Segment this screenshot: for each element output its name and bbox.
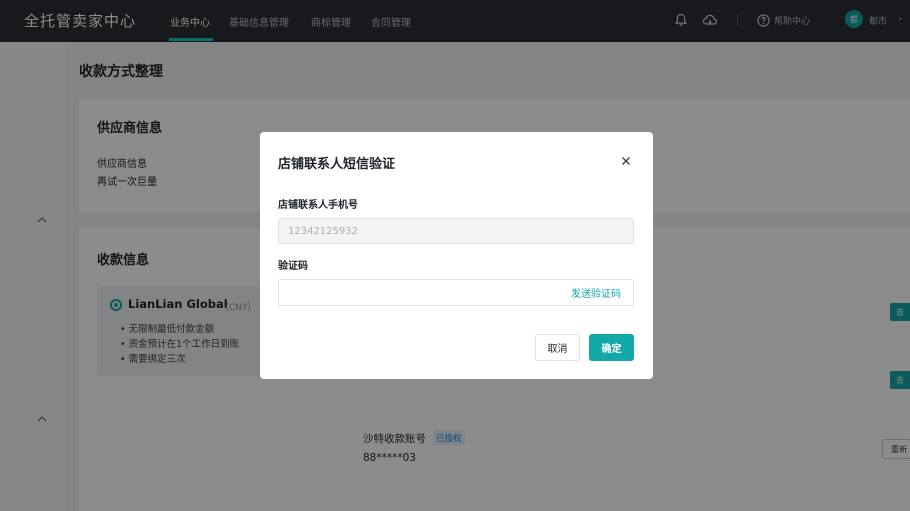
- dialog-title: 店铺联系人短信验证: [278, 157, 396, 172]
- phone-field[interactable]: [278, 218, 634, 244]
- close-icon[interactable]: [619, 154, 633, 168]
- send-code-button[interactable]: 发送验证码: [571, 285, 621, 300]
- phone-field-label: 店铺联系人手机号: [278, 200, 358, 211]
- cancel-button[interactable]: 取消: [535, 334, 580, 361]
- code-field-label: 验证码: [278, 261, 308, 272]
- confirm-button[interactable]: 确定: [589, 334, 634, 361]
- sms-verification-dialog: 店铺联系人短信验证 店铺联系人手机号 验证码 发送验证码 取消 确定: [260, 132, 653, 379]
